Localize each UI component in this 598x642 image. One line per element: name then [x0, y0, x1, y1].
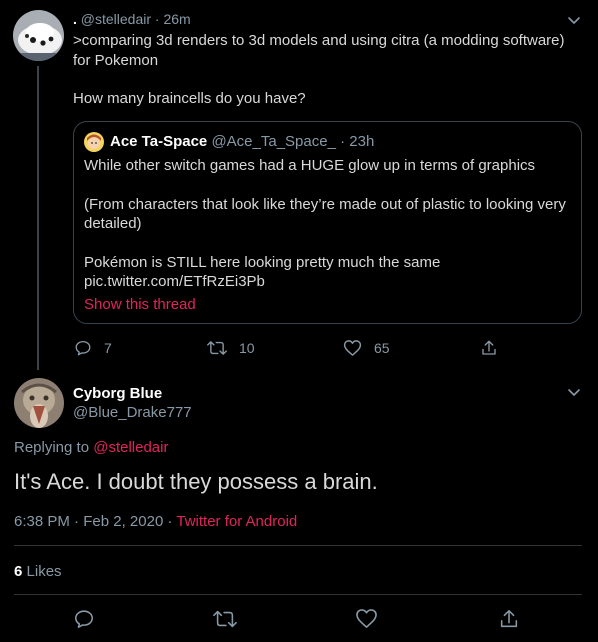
tweet-date[interactable]: Feb 2, 2020 — [83, 513, 163, 530]
share-icon — [500, 609, 518, 628]
replying-to-label: Replying to — [14, 439, 90, 456]
likes-count: 6 — [14, 563, 23, 580]
tweet-time[interactable]: 6:38 PM — [14, 513, 70, 530]
avatar[interactable] — [14, 378, 64, 428]
timestamp[interactable]: 26m — [163, 11, 190, 27]
retweet-icon — [207, 341, 227, 355]
retweet-button[interactable] — [213, 608, 249, 630]
reply-button[interactable]: 7 — [74, 339, 112, 357]
share-button[interactable] — [480, 339, 510, 357]
reply-icon — [74, 610, 94, 629]
tweet-header: . @stelledair · 26m — [73, 11, 191, 27]
handle[interactable]: @stelledair — [81, 11, 151, 27]
replying-to: Replying to @stelledair — [14, 439, 168, 456]
heart-icon — [343, 340, 362, 356]
separator: · — [154, 11, 160, 27]
tweet-metadata: 6:38 PM · Feb 2, 2020 · Twitter for Andr… — [14, 513, 297, 530]
retweet-icon — [213, 610, 237, 628]
display-name: Ace Ta-Space — [110, 133, 208, 150]
reply-button[interactable] — [73, 608, 107, 630]
retweet-button[interactable]: 10 — [207, 339, 255, 357]
media-link: pic.twitter.com/ETfRzEi3Pb — [84, 273, 265, 290]
divider — [14, 594, 582, 595]
likes-label: Likes — [26, 563, 62, 580]
tweet-text: >comparing 3d renders to 3d models and u… — [73, 31, 578, 109]
like-button[interactable]: 65 — [343, 339, 390, 357]
share-button[interactable] — [498, 608, 532, 630]
tweet-text-line: How many braincells do you have? — [73, 90, 306, 107]
likes-stat[interactable]: 6 Likes — [14, 563, 62, 580]
tweet-source[interactable]: Twitter for Android — [176, 513, 297, 530]
share-icon — [482, 340, 496, 355]
separator: · — [74, 513, 80, 530]
quote-header: Ace Ta-Space @Ace_Ta_Space_ · 23h — [110, 133, 374, 150]
quote-text-line: Pokémon is STILL here looking pretty muc… — [84, 253, 441, 271]
like-count: 65 — [374, 340, 390, 356]
heart-icon — [356, 609, 377, 628]
reply-icon — [75, 340, 91, 356]
display-name[interactable]: . — [73, 11, 77, 27]
avatar[interactable] — [13, 10, 64, 61]
retweet-count: 10 — [239, 340, 255, 356]
show-thread-link[interactable]: Show this thread — [84, 296, 196, 313]
chevron-down-icon[interactable] — [566, 12, 582, 28]
divider — [14, 545, 582, 546]
separator: · — [340, 133, 346, 150]
reply-count: 7 — [104, 340, 112, 356]
quote-text: While other switch games had a HUGE glow… — [84, 156, 574, 292]
quote-text-line: While other switch games had a HUGE glow… — [84, 157, 536, 174]
handle[interactable]: @Blue_Drake777 — [73, 404, 192, 421]
like-button[interactable] — [355, 608, 390, 629]
quote-tweet-card[interactable]: Ace Ta-Space @Ace_Ta_Space_ · 23h While … — [73, 121, 582, 324]
tweet-text: It's Ace. I doubt they possess a brain. — [14, 469, 378, 494]
handle: @Ace_Ta_Space_ — [211, 133, 336, 150]
timestamp: 23h — [349, 133, 375, 150]
avatar — [84, 132, 104, 152]
thread-connector-line — [37, 66, 39, 370]
tweet-text-line: >comparing 3d renders to 3d models and u… — [73, 32, 565, 69]
chevron-down-icon[interactable] — [566, 384, 582, 400]
replying-to-handle[interactable]: @stelledair — [93, 439, 168, 456]
separator: · — [167, 513, 173, 530]
display-name[interactable]: Cyborg Blue — [73, 385, 162, 402]
quote-text-line: (From characters that look like they’re … — [84, 195, 566, 233]
